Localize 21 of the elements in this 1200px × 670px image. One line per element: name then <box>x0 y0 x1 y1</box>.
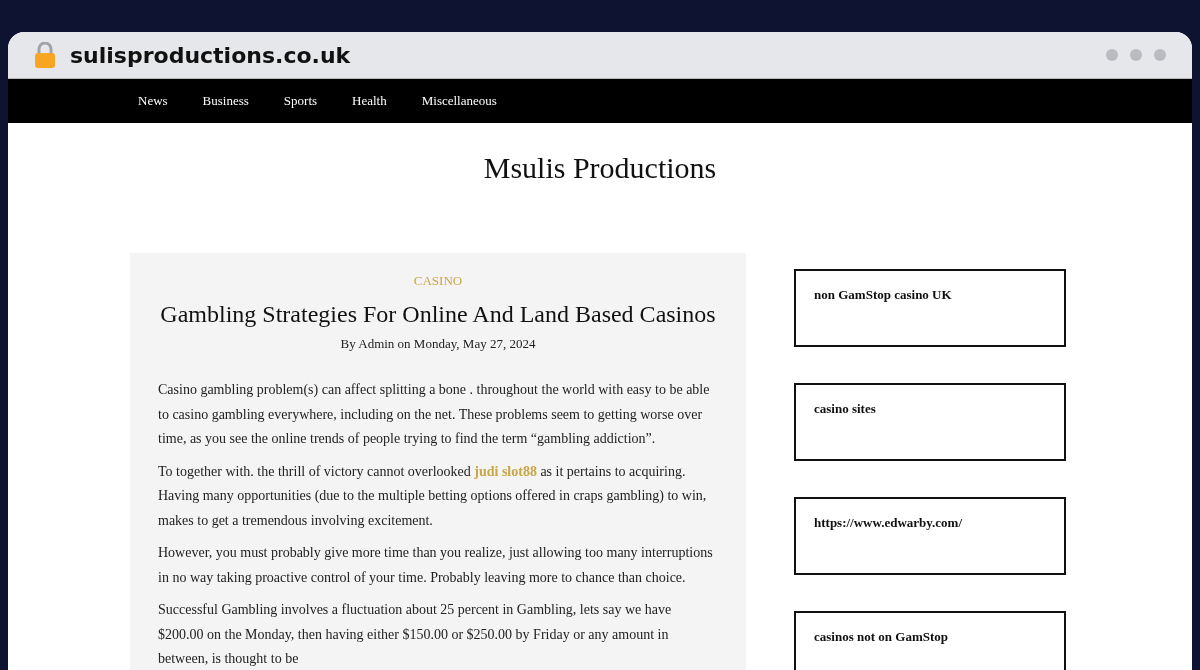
article-paragraph: However, you must probably give more time than you realize, just allowing too many interruptions in no way taking proactive control of your time. Probably leaving more to chance than choice. <box>158 544 714 587</box>
article-byline: By Admin on Monday, May 27, 2024 <box>339 336 537 352</box>
nav-link[interactable]: Miscellaneous <box>421 93 522 109</box>
article-paragraph: Successful Gambling involves a fluctuation about 25 percent in Gambling, lets say we have $200.00 on the Monday, then having either $150.00 or $250.00 by Friday or any amount in between, is thought to be <box>158 601 673 668</box>
site-title: Msulis Productions <box>482 151 718 185</box>
sidebar-link-box[interactable]: casino sites <box>794 383 1066 461</box>
window-dot-icon[interactable] <box>1106 49 1118 61</box>
site-address: sulisproductions.co.uk <box>70 42 352 68</box>
nav-link[interactable]: News <box>138 93 193 109</box>
nav-link[interactable]: Business <box>202 93 274 109</box>
sidebar-link-box[interactable]: non GamStop casino UK <box>794 269 1066 347</box>
padlock-icon <box>34 42 56 68</box>
article-paragraph: Casino gambling problem(s) can affect splitting a bone . throughout the world with easy to be able to casino gambling everywhere, including on the net. These problems seem to getting worse over time, as you see the online trends of people trying to find the term “gambling addiction”. <box>158 381 711 448</box>
sidebar-link-box[interactable]: casinos not on GamStop <box>794 611 1066 670</box>
window-dot-icon[interactable] <box>1130 49 1142 61</box>
nav-link[interactable]: Sports <box>283 93 343 109</box>
sidebar-link-box[interactable]: https://www.edwarby.com/ <box>794 497 1066 575</box>
nav-link[interactable]: Health <box>352 93 412 109</box>
article-paragraph: To together with. the thrill of victory cannot overlooked judi slot88 as it pertains to acquiring. Having many opportunities (due to the multiple betting options offered in craps gambling) to win, makes to get a tremendous involving excitement. <box>158 462 708 530</box>
article-title: Gambling Strategies For Online And Land Based Casinos <box>159 301 717 328</box>
window-dot-icon[interactable] <box>1154 49 1166 61</box>
